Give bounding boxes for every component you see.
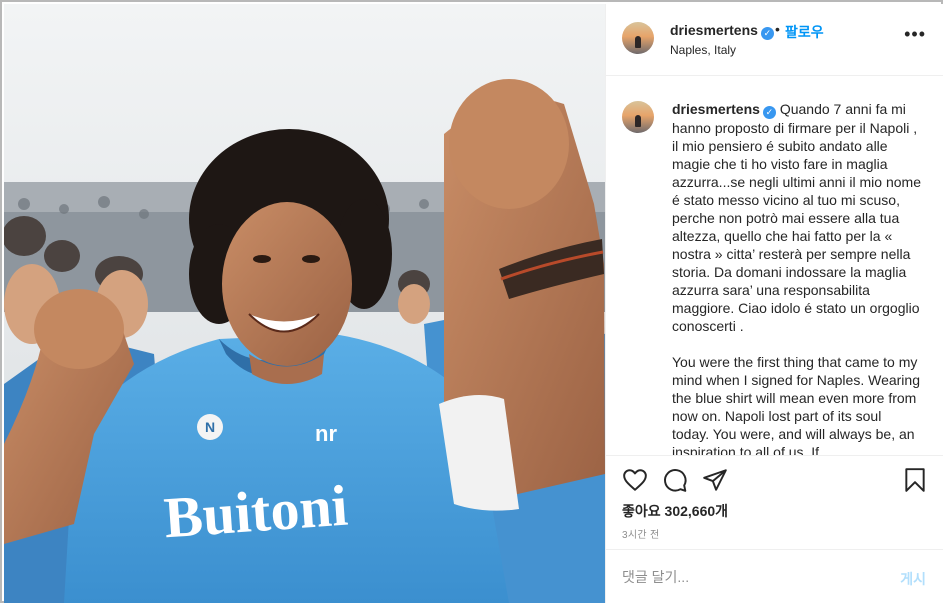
avatar[interactable] xyxy=(622,22,654,54)
post-image[interactable]: N nr Buitoni xyxy=(4,4,605,603)
svg-text:N: N xyxy=(205,419,215,435)
username-link[interactable]: driesmertens ✓ xyxy=(670,22,774,40)
verified-badge-icon: ✓ xyxy=(762,106,776,119)
svg-text:nr: nr xyxy=(315,421,337,446)
post-comment-button[interactable]: 게시 xyxy=(900,569,926,589)
caption-text: driesmertens ✓ Quando 7 anni fa mi hanno … xyxy=(672,100,922,455)
caption-username-link[interactable]: driesmertens xyxy=(672,101,760,117)
more-options-icon[interactable]: ••• xyxy=(904,25,926,43)
caption-scroll-area[interactable]: driesmertens ✓ Quando 7 anni fa mi hanno … xyxy=(606,77,943,455)
separator-dot: • xyxy=(775,21,780,37)
verified-badge-icon: ✓ xyxy=(760,27,774,40)
jersey-sponsor: Buitoni xyxy=(162,473,350,551)
likes-count[interactable]: 좋아요 302,660개 xyxy=(622,501,728,521)
comment-input[interactable] xyxy=(622,566,882,588)
comment-bubble-icon[interactable] xyxy=(662,467,688,493)
caption-avatar[interactable] xyxy=(622,101,654,133)
post-timestamp[interactable]: 3시간 전 xyxy=(622,526,659,541)
post-modal: N nr Buitoni driesmertens ✓ • 팔로우 Naples,… xyxy=(0,0,943,603)
share-paper-plane-icon[interactable] xyxy=(702,467,728,493)
post-header: driesmertens ✓ • 팔로우 Naples, Italy ••• xyxy=(606,4,943,76)
username-text: driesmertens xyxy=(670,22,758,38)
follow-button[interactable]: 팔로우 xyxy=(785,22,824,42)
caption-paragraph-english: You were the first thing that came to my… xyxy=(672,354,920,455)
comment-bar: 게시 xyxy=(606,549,943,603)
like-heart-icon[interactable] xyxy=(622,467,648,493)
maradona-photo: N nr Buitoni xyxy=(4,4,605,603)
post-actions: 좋아요 302,660개 3시간 전 xyxy=(606,455,943,549)
save-bookmark-icon[interactable] xyxy=(902,467,928,493)
caption-paragraph-italian: Quando 7 anni fa mi hanno proposto di fi… xyxy=(672,101,921,334)
post-sidebar: driesmertens ✓ • 팔로우 Naples, Italy ••• dr… xyxy=(605,4,943,603)
location-link[interactable]: Naples, Italy xyxy=(670,43,736,57)
